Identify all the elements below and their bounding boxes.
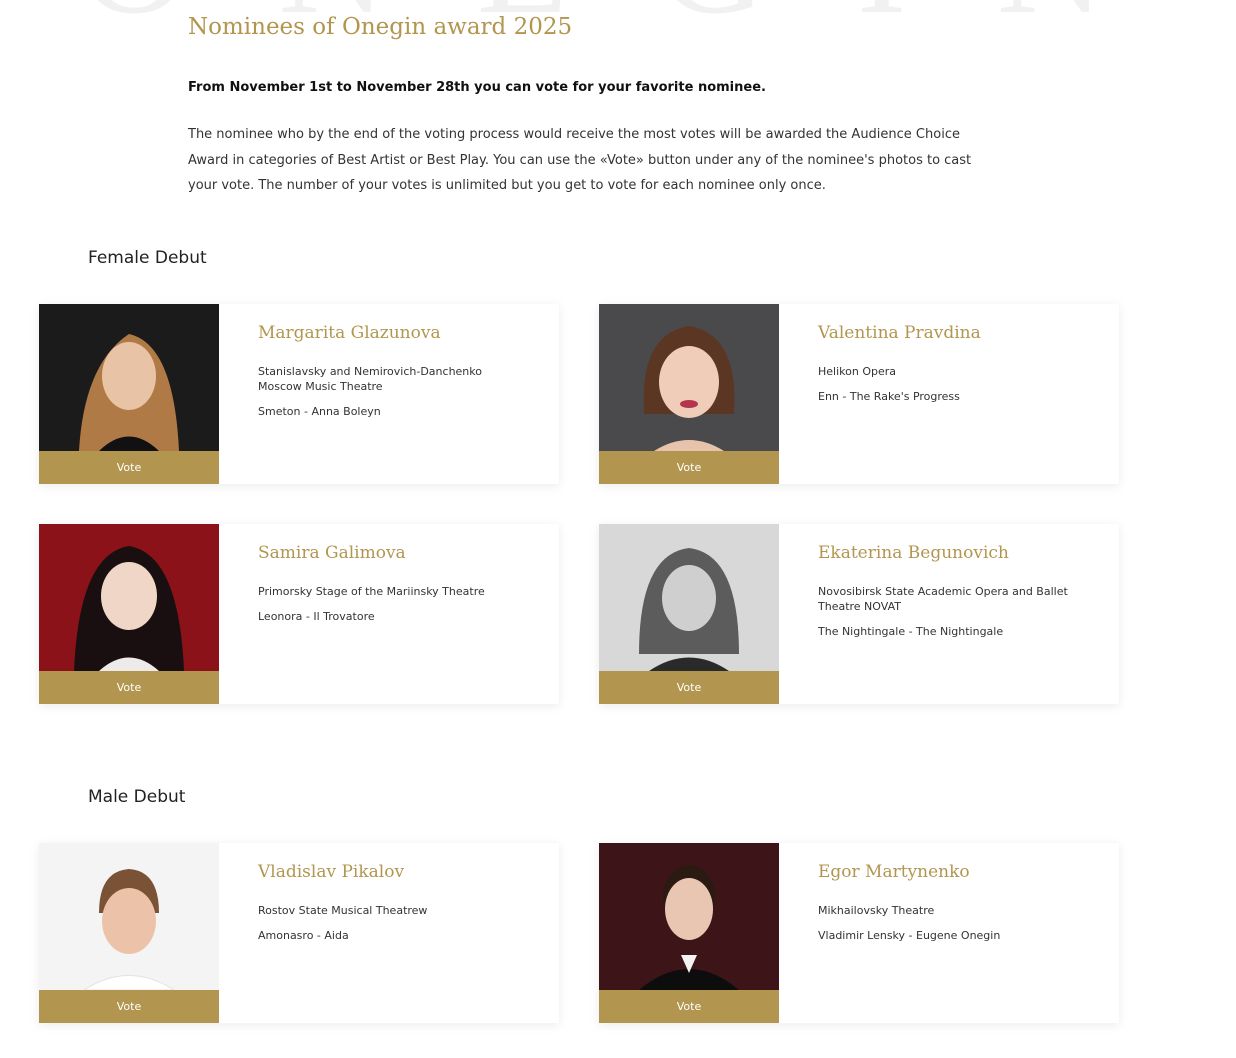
nominee-theatre: Stanislavsky and Nemirovich-Danchenko Mo… xyxy=(258,365,482,393)
vote-button[interactable]: Vote xyxy=(39,990,219,1023)
nominee-card: Vote Samira Galimova Primorsky Stage of … xyxy=(39,524,559,704)
nominee-card: Vote Ekaterina Begunovich Novosibirsk St… xyxy=(599,524,1119,704)
nominee-photo xyxy=(599,304,779,451)
nominee-photo xyxy=(599,524,779,671)
nominee-card: Vote Margarita Glazunova Stanislavsky an… xyxy=(39,304,559,484)
nominee-role: Amonasro - Aida xyxy=(258,929,349,942)
nominee-photo xyxy=(39,304,219,451)
nominee-name: Margarita Glazunova xyxy=(258,323,441,343)
nominee-photo xyxy=(599,843,779,990)
nominee-role: The Nightingale - The Nightingale xyxy=(818,625,1004,638)
nominee-role: Enn - The Rake's Progress xyxy=(818,390,960,403)
vote-button[interactable]: Vote xyxy=(39,671,219,704)
nominee-name: Vladislav Pikalov xyxy=(258,862,405,882)
nominee-theatre: Helikon Opera xyxy=(818,365,896,378)
vote-button[interactable]: Vote xyxy=(599,451,779,484)
nominee-card: Vote Valentina Pravdina Helikon Opera En… xyxy=(599,304,1119,484)
nominee-role: Smeton - Anna Boleyn xyxy=(258,405,381,418)
nominee-theatre: Primorsky Stage of the Mariinsky Theatre xyxy=(258,585,485,598)
nominee-role: Vladimir Lensky - Eugene Onegin xyxy=(818,929,1001,942)
nominee-name: Ekaterina Begunovich xyxy=(818,543,1009,563)
nominee-name: Egor Martynenko xyxy=(818,862,970,882)
nominee-theatre: Mikhailovsky Theatre xyxy=(818,904,935,917)
voting-period-text: From November 1st to November 28th you c… xyxy=(188,80,766,95)
vote-button[interactable]: Vote xyxy=(39,451,219,484)
nominee-role: Leonora - Il Trovatore xyxy=(258,610,375,623)
intro-paragraph: The nominee who by the end of the voting… xyxy=(188,127,972,193)
page-title: Nominees of Onegin award 2025 xyxy=(188,14,573,40)
section-title-male-debut: Male Debut xyxy=(88,787,186,807)
vote-button[interactable]: Vote xyxy=(599,671,779,704)
nominee-theatre: Novosibirsk State Academic Opera and Bal… xyxy=(818,585,1068,613)
nominee-photo xyxy=(39,524,219,671)
nominee-name: Valentina Pravdina xyxy=(818,323,981,343)
nominee-card: Vote Vladislav Pikalov Rostov State Musi… xyxy=(39,843,559,1023)
section-title-female-debut: Female Debut xyxy=(88,248,207,268)
vote-button[interactable]: Vote xyxy=(599,990,779,1023)
nominee-name: Samira Galimova xyxy=(258,543,406,563)
nominee-card: Vote Egor Martynenko Mikhailovsky Theatr… xyxy=(599,843,1119,1023)
nominee-photo xyxy=(39,843,219,990)
nominee-theatre: Rostov State Musical Theatrew xyxy=(258,904,428,917)
